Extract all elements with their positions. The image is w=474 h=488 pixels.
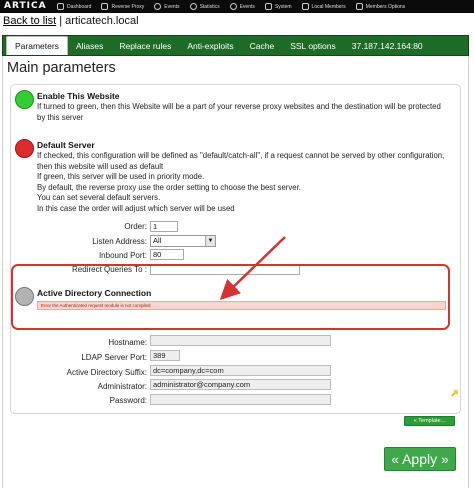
nav-local-members[interactable]: Local Members [297,0,351,13]
breadcrumb-separator: | [59,15,63,27]
tab-cache[interactable]: Cache [242,38,283,55]
nav-events[interactable]: Events [149,0,184,13]
apply-button[interactable]: « Apply » [384,447,456,471]
tab-listen-address[interactable]: 37.187.142.164:80 [344,38,431,55]
back-to-list-link[interactable]: Back to list [3,15,56,27]
administrator-input[interactable]: administrator@company.com [150,379,331,390]
breadcrumb: Back to list | articatech.local [3,14,139,28]
inbound-port-label: Inbound Port: [98,251,147,260]
dashboard-icon [57,3,64,10]
nav-members-options[interactable]: Members Options [351,0,410,13]
tab-ssl-options[interactable]: SSL options [282,38,344,55]
nav-label: Dashboard [67,3,92,10]
listen-address-select[interactable]: All ▼ [150,235,216,247]
top-navigation-bar: ARTICA Dashboard Reverse Proxy Events St… [0,0,474,13]
site-name: articatech.local [65,15,139,27]
eye-icon [229,3,237,10]
page-title: Main parameters [7,60,116,76]
ad-suffix-input[interactable]: dc=company,dc=com [150,365,331,376]
default-server-toggle[interactable] [15,139,34,158]
listen-address-value: All [153,236,162,245]
nav-label: Events [164,3,180,10]
tab-parameters[interactable]: Parameters [6,36,68,55]
nav-reverse-proxy[interactable]: Reverse Proxy [96,0,149,13]
error-message: Error the Authenticated request module i… [37,301,446,310]
nav-label: Local Members [311,3,346,10]
tab-replace-rules[interactable]: Replace rules [111,38,179,55]
redirect-queries-label: Redirect Queries To : [72,265,147,274]
default-server-title: Default Server [37,140,95,150]
nav-dashboard[interactable]: Dashboard [52,0,96,13]
reverse-proxy-icon [101,3,109,10]
tab-bar: Parameters Aliases Replace rules Anti-ex… [2,35,469,56]
nav-system[interactable]: System [260,0,297,13]
ad-suffix-label: Active Directory Suffix: [66,368,147,377]
enable-website-title: Enable This Website [37,91,120,101]
nav-label: Reverse Proxy [111,3,145,10]
system-icon [264,3,272,10]
description-line: If green, this server will be used in pr… [37,172,205,181]
order-input[interactable]: 1 [150,221,178,232]
members-options-icon [355,3,363,10]
hostname-input[interactable] [150,335,331,346]
tab-anti-exploits[interactable]: Anti-exploits [179,38,241,55]
order-label: Order: [124,222,147,231]
inbound-port-input[interactable]: 80 [150,249,184,260]
default-server-description: If checked, this configuration will be d… [37,151,452,214]
nav-events-2[interactable]: Events [225,0,260,13]
password-label: Password: [109,396,147,405]
description-line: If checked, this configuration will be d… [37,151,445,171]
nav-statistics[interactable]: Statistics [185,0,225,13]
tab-aliases[interactable]: Aliases [68,38,111,55]
ldap-port-label: LDAP Server Port: [81,353,147,362]
description-line: You can set several default servers. [37,193,161,202]
nav-label: Statistics [199,3,220,10]
enable-website-toggle[interactable] [15,90,34,109]
nav-label: System [274,3,292,10]
eye-icon [154,3,162,10]
ldap-port-input[interactable]: 389 [150,350,180,361]
template-button[interactable]: « Template... [404,416,455,426]
listen-address-label: Listen Address: [92,237,147,246]
active-directory-title: Active Directory Connection [37,288,152,298]
nav-label: Events [239,3,255,10]
description-line: In this case the order will adjust which… [37,203,235,213]
nav-label: Members Options [365,3,406,10]
chevron-down-icon: ▼ [205,236,215,246]
hostname-label: Hostname: [108,338,147,347]
artica-logo[interactable]: ARTICA [0,0,52,13]
redirect-queries-input[interactable] [150,264,300,275]
description-line: By default, the reverse proxy use the or… [37,182,301,192]
enable-website-description: If turned to green, then this Website wi… [37,102,441,122]
members-icon [301,3,309,10]
administrator-label: Administrator: [97,382,147,391]
password-input[interactable] [150,394,331,405]
key-icon[interactable]: 🔑 [451,390,458,397]
active-directory-toggle[interactable] [15,287,34,306]
statistics-icon [189,3,197,10]
